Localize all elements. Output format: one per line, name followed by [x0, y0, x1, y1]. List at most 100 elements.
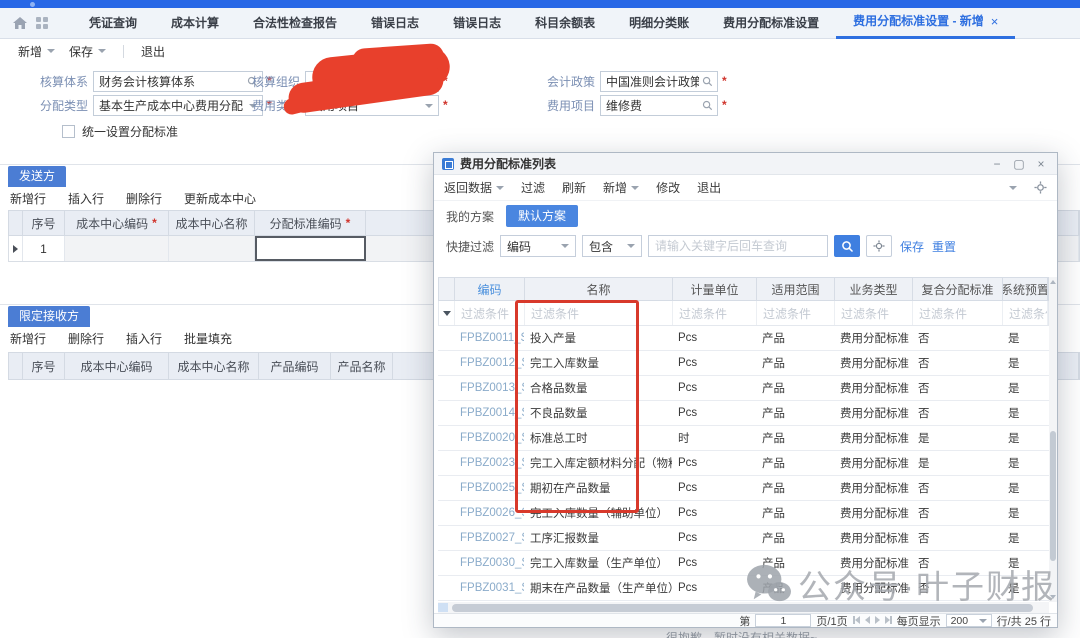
code-cell[interactable]: FPBZ0025_SYS: [454, 476, 524, 500]
composite-cell[interactable]: 否: [912, 326, 1002, 350]
biz-type-cell[interactable]: 费用分配标准: [834, 326, 912, 350]
code-cell[interactable]: FPBZ0027_SYS: [454, 526, 524, 550]
unit-cell[interactable]: Pcs: [672, 376, 756, 400]
receiver-action-link[interactable]: 插入行: [126, 330, 162, 347]
col-header[interactable]: 成本中心名称: [169, 211, 255, 235]
tab-item[interactable]: 错误日志: [354, 8, 436, 39]
code-cell[interactable]: FPBZ0013_SYS: [454, 376, 524, 400]
biz-type-cell[interactable]: 费用分配标准: [834, 451, 912, 475]
col-header[interactable]: 序号: [23, 353, 65, 379]
row-selector-cell[interactable]: [9, 236, 23, 261]
sender-action-link[interactable]: 删除行: [126, 190, 162, 207]
code-cell[interactable]: FPBZ0023_SYS: [454, 451, 524, 475]
unit-cell[interactable]: Pcs: [672, 351, 756, 375]
apps-grid-icon[interactable]: [36, 17, 48, 29]
filter-funnel-cell[interactable]: [439, 301, 455, 325]
preset-cell[interactable]: 是: [1002, 526, 1049, 550]
keyword-input[interactable]: [648, 235, 828, 257]
filter-settings-button[interactable]: [866, 235, 892, 257]
expense-item-input[interactable]: 维修费: [600, 95, 718, 116]
row-selector-cell[interactable]: [438, 326, 454, 350]
per-page-select[interactable]: 200: [946, 614, 992, 627]
filter-cell[interactable]: 过滤条件: [913, 301, 1003, 325]
tab-active[interactable]: 费用分配标准设置 - 新增 ×: [836, 8, 1015, 39]
tab-item[interactable]: 成本计算: [154, 8, 236, 39]
col-header-unit[interactable]: 计量单位: [673, 278, 757, 300]
col-header[interactable]: 成本中心名称: [169, 353, 259, 379]
col-header-scope[interactable]: 适用范围: [757, 278, 835, 300]
scrollbar-thumb[interactable]: [1050, 431, 1056, 561]
new-button[interactable]: 新增: [14, 43, 59, 60]
biz-type-cell[interactable]: 费用分配标准: [834, 526, 912, 550]
scope-cell[interactable]: 产品: [756, 326, 834, 350]
reset-filter-link[interactable]: 重置: [932, 238, 956, 255]
filter-cell[interactable]: 过滤条件: [757, 301, 835, 325]
row-selector-cell[interactable]: [438, 576, 454, 600]
biz-type-cell[interactable]: 费用分配标准: [834, 501, 912, 525]
page-number-input[interactable]: 1: [755, 614, 811, 627]
last-page-button[interactable]: [885, 615, 892, 627]
tab-receiver[interactable]: 限定接收方: [8, 306, 90, 327]
dialog-menu-item[interactable]: 刷新: [562, 179, 586, 196]
receiver-action-link[interactable]: 批量填充: [184, 330, 232, 347]
lookup-icon[interactable]: [702, 76, 713, 87]
filter-cell[interactable]: 过滤条件: [673, 301, 757, 325]
dialog-menu-item[interactable]: 返回数据: [444, 179, 504, 196]
row-selector-cell[interactable]: [438, 401, 454, 425]
code-cell[interactable]: FPBZ0031_SYS: [454, 576, 524, 600]
prev-page-button[interactable]: [865, 615, 870, 627]
sender-action-link[interactable]: 更新成本中心: [184, 190, 256, 207]
table-row[interactable]: FPBZ0027_SYS 工序汇报数量 Pcs 产品 费用分配标准 否 是: [438, 526, 1049, 551]
allocation-standard-code-cell[interactable]: [255, 236, 366, 261]
filter-operator-select[interactable]: 包含: [582, 235, 642, 257]
sender-action-link[interactable]: 插入行: [68, 190, 104, 207]
accounting-policy-input[interactable]: 中国准则会计政策: [600, 71, 718, 92]
unit-cell[interactable]: Pcs: [672, 401, 756, 425]
col-header[interactable]: 成本中心编码: [65, 353, 169, 379]
col-header-biz[interactable]: 业务类型: [835, 278, 913, 300]
unified-standard-checkbox[interactable]: [62, 125, 75, 138]
gear-icon[interactable]: [1034, 181, 1047, 194]
composite-cell[interactable]: 否: [912, 476, 1002, 500]
tab-item[interactable]: 合法性检查报告: [236, 8, 354, 39]
unit-cell[interactable]: Pcs: [672, 476, 756, 500]
preset-cell[interactable]: 是: [1002, 501, 1049, 525]
cost-center-name-cell[interactable]: [169, 236, 255, 261]
scope-cell[interactable]: 产品: [756, 451, 834, 475]
scope-cell[interactable]: 产品: [756, 501, 834, 525]
scope-cell[interactable]: 产品: [756, 526, 834, 550]
accounting-system-input[interactable]: 财务会计核算体系: [93, 71, 263, 92]
seq-cell[interactable]: 1: [23, 236, 65, 261]
row-selector-cell[interactable]: [438, 501, 454, 525]
code-cell[interactable]: FPBZ0014_SYS: [454, 401, 524, 425]
preset-cell[interactable]: 是: [1002, 426, 1049, 450]
name-cell[interactable]: 期末在产品数量（生产单位）: [524, 576, 672, 600]
row-selector-cell[interactable]: [438, 451, 454, 475]
row-selector-cell[interactable]: [438, 526, 454, 550]
unit-cell[interactable]: Pcs: [672, 501, 756, 525]
col-header-preset[interactable]: 系统预置: [1003, 278, 1048, 300]
composite-cell[interactable]: 否: [912, 351, 1002, 375]
receiver-action-link[interactable]: 新增行: [10, 330, 46, 347]
col-header[interactable]: 分配标准编码*: [255, 211, 366, 235]
first-page-button[interactable]: [853, 615, 860, 627]
tab-item[interactable]: 明细分类账: [612, 8, 706, 39]
preset-cell[interactable]: 是: [1002, 351, 1049, 375]
preset-cell[interactable]: 是: [1002, 401, 1049, 425]
filter-field-select[interactable]: 编码: [500, 235, 576, 257]
save-button[interactable]: 保存: [65, 43, 110, 60]
code-cell[interactable]: FPBZ0012_SYS: [454, 351, 524, 375]
preset-cell[interactable]: 是: [1002, 451, 1049, 475]
code-cell[interactable]: FPBZ0020_SYS: [454, 426, 524, 450]
unit-cell[interactable]: Pcs: [672, 451, 756, 475]
cost-center-code-cell[interactable]: [65, 236, 169, 261]
name-cell[interactable]: 工序汇报数量: [524, 526, 672, 550]
save-filter-link[interactable]: 保存: [900, 238, 924, 255]
code-cell[interactable]: FPBZ0030_SYS: [454, 551, 524, 575]
col-header[interactable]: 产品编码: [259, 353, 331, 379]
tab-item[interactable]: 科目余额表: [518, 8, 612, 39]
composite-cell[interactable]: 否: [912, 376, 1002, 400]
col-header[interactable]: 产品名称: [331, 353, 393, 379]
search-button[interactable]: [834, 235, 860, 257]
maximize-icon[interactable]: ▢: [1011, 157, 1027, 171]
